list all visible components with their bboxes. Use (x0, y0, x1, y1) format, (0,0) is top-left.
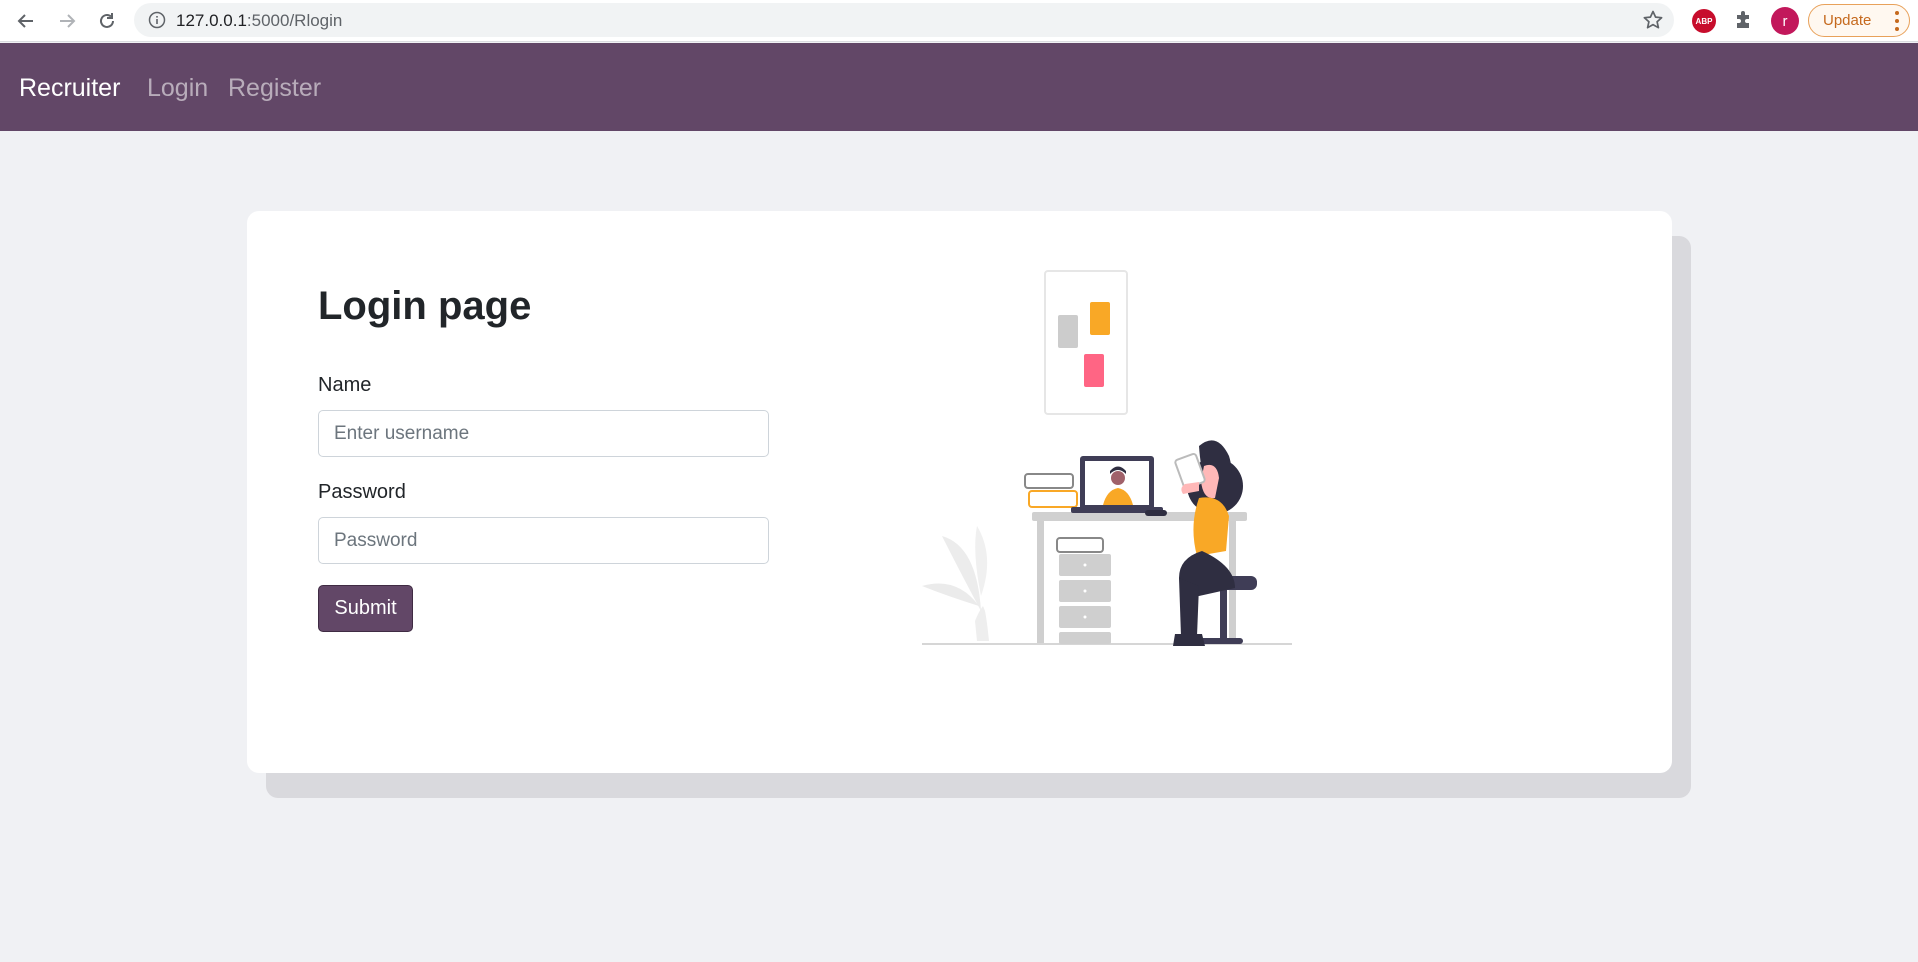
puzzle-icon[interactable] (1732, 9, 1756, 33)
password-label: Password (318, 481, 406, 503)
url-path: :5000/Rlogin (246, 11, 343, 30)
star-icon[interactable] (1642, 9, 1664, 31)
url-host: 127.0.0.1 (176, 11, 247, 30)
url-text: 127.0.0.1:5000/Rlogin (176, 11, 342, 31)
info-icon[interactable] (148, 11, 166, 29)
abp-label: ABP (1695, 16, 1713, 26)
submit-button[interactable]: Submit (318, 585, 413, 632)
back-arrow-icon[interactable] (12, 7, 40, 35)
name-label: Name (318, 374, 372, 396)
login-card: Login page Name Password Submit (247, 211, 1672, 773)
nav-link-login[interactable]: Login (147, 74, 208, 103)
page-title: Login page (318, 284, 532, 328)
update-button[interactable]: Update (1808, 4, 1910, 37)
navbar-brand[interactable]: Recruiter (19, 74, 120, 103)
illustration-svg (922, 270, 1292, 646)
site-navbar: Recruiter Login Register (0, 43, 1918, 131)
adblock-plus-icon[interactable]: ABP (1692, 9, 1716, 33)
nav-link-register[interactable]: Register (228, 74, 321, 103)
update-label: Update (1823, 12, 1872, 29)
address-bar[interactable]: 127.0.0.1:5000/Rlogin (134, 3, 1674, 37)
forward-arrow-icon[interactable] (53, 7, 81, 35)
password-input[interactable] (318, 517, 769, 564)
username-input[interactable] (318, 410, 769, 457)
profile-initial: r (1782, 12, 1788, 30)
reload-icon[interactable] (93, 7, 121, 35)
kebab-menu-icon[interactable] (1895, 11, 1899, 31)
browser-toolbar: 127.0.0.1:5000/Rlogin ABP r Update (0, 0, 1918, 42)
profile-avatar[interactable]: r (1771, 7, 1799, 35)
remote-interview-illustration (917, 266, 1317, 666)
